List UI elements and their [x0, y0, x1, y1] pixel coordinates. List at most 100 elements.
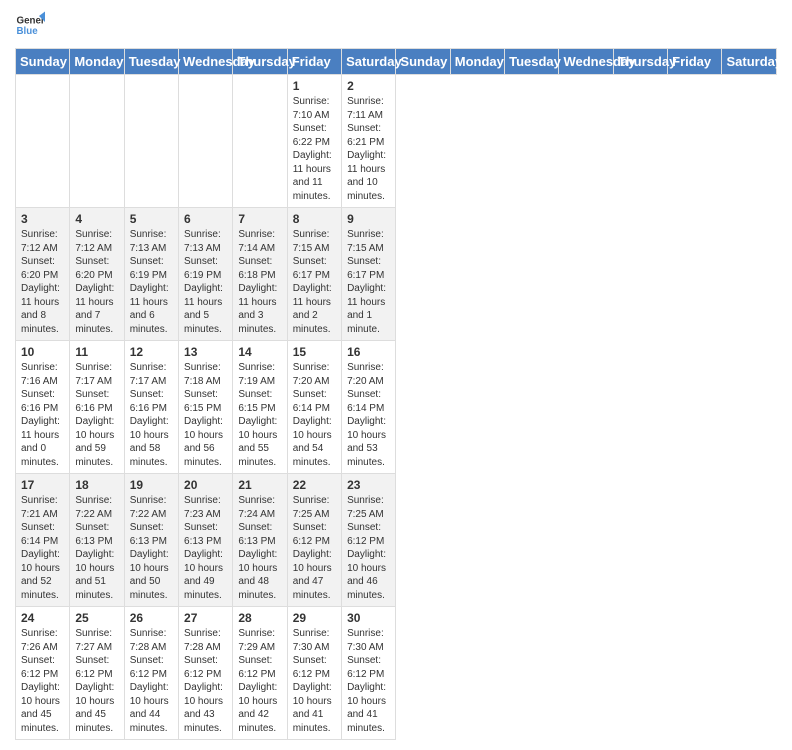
col-header-wednesday: Wednesday — [179, 49, 233, 75]
day-cell: 21 Sunrise: 7:24 AM Sunset: 6:13 PM Dayli… — [233, 474, 287, 607]
day-cell — [70, 75, 124, 208]
day-cell: 25 Sunrise: 7:27 AM Sunset: 6:12 PM Dayli… — [70, 607, 124, 740]
day-number: 6 — [184, 212, 227, 226]
day-cell: 11Sunrise: 7:17 AM Sunset: 6:16 PM Dayli… — [70, 341, 124, 474]
day-number: 27 — [184, 611, 227, 625]
day-info: Sunrise: 7:17 AM Sunset: 6:16 PM Dayligh… — [130, 361, 173, 469]
day-cell: 10Sunrise: 7:16 AM Sunset: 6:16 PM Dayli… — [16, 341, 70, 474]
day-cell: 22Sunrise: 7:25 AM Sunset: 6:12 PM Dayli… — [287, 474, 341, 607]
day-number: 4 — [75, 212, 118, 226]
day-number: 3 — [21, 212, 64, 226]
col-sunday: Sunday — [396, 49, 450, 75]
day-info: Sunrise: 7:26 AM Sunset: 6:12 PM Dayligh… — [21, 627, 64, 735]
day-cell — [16, 75, 70, 208]
day-cell: 6 Sunrise: 7:13 AM Sunset: 6:19 PM Daylig… — [179, 208, 233, 341]
day-info: Sunrise: 7:30 AM Sunset: 6:12 PM Dayligh… — [293, 627, 336, 735]
day-cell: 3 Sunrise: 7:12 AM Sunset: 6:20 PM Daylig… — [16, 208, 70, 341]
day-number: 23 — [347, 478, 390, 492]
day-number: 2 — [347, 79, 390, 93]
day-cell: 29 Sunrise: 7:30 AM Sunset: 6:12 PM Dayli… — [287, 607, 341, 740]
day-number: 18 — [75, 478, 118, 492]
day-number: 14 — [238, 345, 281, 359]
day-info: Sunrise: 7:12 AM Sunset: 6:20 PM Dayligh… — [21, 228, 64, 336]
day-info: Sunrise: 7:25 AM Sunset: 6:12 PM Dayligh… — [347, 494, 390, 602]
day-cell: 18Sunrise: 7:22 AM Sunset: 6:13 PM Dayli… — [70, 474, 124, 607]
day-cell: 5Sunrise: 7:13 AM Sunset: 6:19 PM Daylig… — [124, 208, 178, 341]
day-cell: 14 Sunrise: 7:19 AM Sunset: 6:15 PM Dayli… — [233, 341, 287, 474]
day-number: 25 — [75, 611, 118, 625]
day-info: Sunrise: 7:22 AM Sunset: 6:13 PM Dayligh… — [130, 494, 173, 602]
col-header-sunday: Sunday — [16, 49, 70, 75]
day-info: Sunrise: 7:18 AM Sunset: 6:15 PM Dayligh… — [184, 361, 227, 469]
day-number: 29 — [293, 611, 336, 625]
day-cell — [124, 75, 178, 208]
day-number: 11 — [75, 345, 118, 359]
day-cell: 15 Sunrise: 7:20 AM Sunset: 6:14 PM Dayli… — [287, 341, 341, 474]
day-cell: 13 Sunrise: 7:18 AM Sunset: 6:15 PM Dayli… — [179, 341, 233, 474]
col-header-thursday: Thursday — [233, 49, 287, 75]
day-info: Sunrise: 7:19 AM Sunset: 6:15 PM Dayligh… — [238, 361, 281, 469]
week-row-1: 1Sunrise: 7:10 AM Sunset: 6:22 PM Daylig… — [16, 75, 777, 208]
day-number: 1 — [293, 79, 336, 93]
day-number: 12 — [130, 345, 173, 359]
day-number: 13 — [184, 345, 227, 359]
week-row-2: 3 Sunrise: 7:12 AM Sunset: 6:20 PM Daylig… — [16, 208, 777, 341]
day-number: 7 — [238, 212, 281, 226]
col-saturday: Saturday — [722, 49, 777, 75]
day-number: 26 — [130, 611, 173, 625]
day-info: Sunrise: 7:11 AM Sunset: 6:21 PM Dayligh… — [347, 95, 390, 203]
logo: General Blue — [15, 10, 45, 40]
col-tuesday: Tuesday — [505, 49, 559, 75]
day-info: Sunrise: 7:28 AM Sunset: 6:12 PM Dayligh… — [130, 627, 173, 735]
day-cell — [179, 75, 233, 208]
day-cell: 24 Sunrise: 7:26 AM Sunset: 6:12 PM Dayli… — [16, 607, 70, 740]
header-row: SundayMondayTuesdayWednesdayThursdayFrid… — [16, 49, 777, 75]
svg-text:Blue: Blue — [17, 26, 39, 37]
day-info: Sunrise: 7:12 AM Sunset: 6:20 PM Dayligh… — [75, 228, 118, 336]
day-info: Sunrise: 7:15 AM Sunset: 6:17 PM Dayligh… — [293, 228, 336, 336]
day-cell: 23 Sunrise: 7:25 AM Sunset: 6:12 PM Dayli… — [342, 474, 396, 607]
day-cell: 20Sunrise: 7:23 AM Sunset: 6:13 PM Dayli… — [179, 474, 233, 607]
day-number: 9 — [347, 212, 390, 226]
col-wednesday: Wednesday — [559, 49, 613, 75]
day-info: Sunrise: 7:14 AM Sunset: 6:18 PM Dayligh… — [238, 228, 281, 336]
day-info: Sunrise: 7:28 AM Sunset: 6:12 PM Dayligh… — [184, 627, 227, 735]
week-row-4: 17 Sunrise: 7:21 AM Sunset: 6:14 PM Dayli… — [16, 474, 777, 607]
day-cell: 19 Sunrise: 7:22 AM Sunset: 6:13 PM Dayli… — [124, 474, 178, 607]
day-info: Sunrise: 7:21 AM Sunset: 6:14 PM Dayligh… — [21, 494, 64, 602]
day-number: 17 — [21, 478, 64, 492]
day-info: Sunrise: 7:25 AM Sunset: 6:12 PM Dayligh… — [293, 494, 336, 602]
day-cell: 9Sunrise: 7:15 AM Sunset: 6:17 PM Daylig… — [342, 208, 396, 341]
day-cell: 1Sunrise: 7:10 AM Sunset: 6:22 PM Daylig… — [287, 75, 341, 208]
week-row-3: 10Sunrise: 7:16 AM Sunset: 6:16 PM Dayli… — [16, 341, 777, 474]
day-cell: 30Sunrise: 7:30 AM Sunset: 6:12 PM Dayli… — [342, 607, 396, 740]
day-info: Sunrise: 7:29 AM Sunset: 6:12 PM Dayligh… — [238, 627, 281, 735]
day-number: 19 — [130, 478, 173, 492]
col-header-tuesday: Tuesday — [124, 49, 178, 75]
day-cell: 26 Sunrise: 7:28 AM Sunset: 6:12 PM Dayli… — [124, 607, 178, 740]
day-number: 28 — [238, 611, 281, 625]
day-number: 24 — [21, 611, 64, 625]
day-info: Sunrise: 7:13 AM Sunset: 6:19 PM Dayligh… — [130, 228, 173, 336]
day-cell: 12 Sunrise: 7:17 AM Sunset: 6:16 PM Dayli… — [124, 341, 178, 474]
day-info: Sunrise: 7:13 AM Sunset: 6:19 PM Dayligh… — [184, 228, 227, 336]
day-number: 10 — [21, 345, 64, 359]
day-info: Sunrise: 7:24 AM Sunset: 6:13 PM Dayligh… — [238, 494, 281, 602]
day-cell — [233, 75, 287, 208]
day-info: Sunrise: 7:20 AM Sunset: 6:14 PM Dayligh… — [293, 361, 336, 469]
day-cell: 28 Sunrise: 7:29 AM Sunset: 6:12 PM Dayli… — [233, 607, 287, 740]
col-header-friday: Friday — [287, 49, 341, 75]
day-cell: 2 Sunrise: 7:11 AM Sunset: 6:21 PM Daylig… — [342, 75, 396, 208]
week-row-5: 24 Sunrise: 7:26 AM Sunset: 6:12 PM Dayli… — [16, 607, 777, 740]
day-cell: 8Sunrise: 7:15 AM Sunset: 6:17 PM Daylig… — [287, 208, 341, 341]
day-cell: 16Sunrise: 7:20 AM Sunset: 6:14 PM Dayli… — [342, 341, 396, 474]
day-number: 15 — [293, 345, 336, 359]
day-number: 21 — [238, 478, 281, 492]
calendar-table: SundayMondayTuesdayWednesdayThursdayFrid… — [15, 48, 777, 740]
day-info: Sunrise: 7:27 AM Sunset: 6:12 PM Dayligh… — [75, 627, 118, 735]
day-info: Sunrise: 7:20 AM Sunset: 6:14 PM Dayligh… — [347, 361, 390, 469]
day-cell: 7 Sunrise: 7:14 AM Sunset: 6:18 PM Daylig… — [233, 208, 287, 341]
logo-icon: General Blue — [15, 10, 45, 40]
col-friday: Friday — [668, 49, 722, 75]
day-cell: 17 Sunrise: 7:21 AM Sunset: 6:14 PM Dayli… — [16, 474, 70, 607]
